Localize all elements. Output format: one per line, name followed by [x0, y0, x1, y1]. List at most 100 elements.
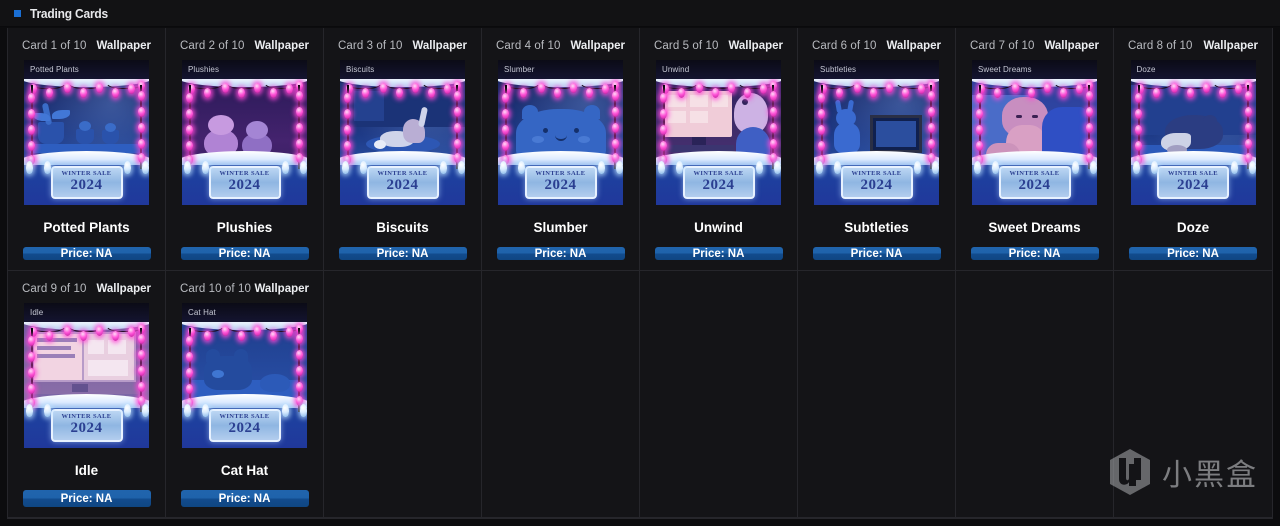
section-bullet-icon	[14, 9, 21, 17]
card-thumbnail[interactable]: WINTER SALE 2024 Doze	[1130, 60, 1256, 205]
card-thumbnail[interactable]: WINTER SALE 2024 Sweet Dreams	[972, 60, 1097, 205]
card-index-label: Card 10 of 10	[180, 283, 251, 295]
card-name-label: Subtleties	[844, 220, 909, 235]
card-kind-label: Wallpaper	[1044, 40, 1099, 52]
thumbnail-title-bar: Cat Hat	[182, 303, 307, 322]
thumbnail-title-text: Plushies	[188, 65, 220, 74]
thumbnail-title-bar: Slumber	[498, 60, 623, 79]
price-button[interactable]: Price: NA	[496, 247, 625, 260]
price-button[interactable]: Price: NA	[180, 247, 309, 260]
price-button[interactable]: Price: NA	[654, 247, 783, 260]
thumbnail-title-bar: Doze	[1130, 60, 1256, 79]
card-index-label: Card 2 of 10	[180, 40, 245, 52]
thumbnail-title-text: Potted Plants	[30, 65, 79, 74]
snow-ledge	[24, 151, 149, 165]
price-button[interactable]: Price: NA	[812, 247, 941, 260]
card-index-label: Card 1 of 10	[22, 40, 87, 52]
thumbnail-title-text: Cat Hat	[188, 308, 216, 317]
card-name-label: Plushies	[216, 220, 273, 235]
thumbnail-title-text: Subtleties	[820, 65, 857, 74]
card-name-label: Biscuits	[376, 220, 429, 235]
card-kind-label: Wallpaper	[412, 40, 467, 52]
plaque-year: 2024	[544, 176, 577, 193]
card-kind-label: Wallpaper	[96, 283, 151, 295]
card-kind-label: Wallpaper	[96, 40, 151, 52]
price-button[interactable]: Price: NA	[22, 490, 151, 507]
trading-card-cell[interactable]: Card 4 of 10 Wallpaper WINTER SALE 2024 Slum…	[482, 28, 640, 271]
plaque-year: 2024	[1177, 176, 1209, 193]
card-kind-label: Wallpaper	[254, 283, 309, 295]
thumbnail-title-text: Slumber	[504, 65, 535, 74]
card-thumbnail[interactable]: WINTER SALE 2024 Subtleties	[814, 60, 939, 205]
snow-ledge	[656, 151, 781, 165]
trading-card-cell[interactable]: Card 8 of 10 Wallpaper WINTER SALE 2024 Doze…	[1114, 28, 1272, 271]
card-name-label: Cat Hat	[220, 463, 269, 478]
winter-sale-plaque: WINTER SALE 2024	[208, 409, 281, 442]
card-meta-row: Card 4 of 10 Wallpaper	[493, 40, 628, 52]
card-artwork: WINTER SALE 2024	[340, 77, 465, 205]
empty-grid-cell	[324, 271, 482, 518]
winter-sale-plaque: WINTER SALE 2024	[1157, 166, 1229, 199]
snow-ledge	[1130, 151, 1256, 165]
card-kind-label: Wallpaper	[886, 40, 941, 52]
card-artwork: WINTER SALE 2024	[972, 77, 1097, 205]
card-thumbnail[interactable]: WINTER SALE 2024 Idle	[24, 303, 149, 448]
card-thumbnail[interactable]: WINTER SALE 2024 Potted Plants	[24, 60, 149, 205]
card-name-label: Potted Plants	[43, 220, 130, 235]
empty-grid-cell	[640, 271, 798, 518]
plaque-year: 2024	[386, 176, 419, 193]
winter-sale-plaque: WINTER SALE 2024	[208, 166, 281, 199]
card-kind-label: Wallpaper	[570, 40, 625, 52]
card-index-label: Card 9 of 10	[22, 283, 87, 295]
trading-card-cell[interactable]: Card 10 of 10 Wallpaper WINTER SALE 2024 Cat…	[166, 271, 324, 518]
trading-card-cell[interactable]: Card 2 of 10 Wallpaper WINTER SALE 2024 Plus…	[166, 28, 324, 271]
price-button[interactable]: Price: NA	[338, 247, 467, 260]
thumbnail-title-text: Sweet Dreams	[978, 65, 1032, 74]
card-artwork: WINTER SALE 2024	[814, 77, 939, 205]
app-header: Trading Cards	[0, 0, 1280, 27]
winter-sale-plaque: WINTER SALE 2024	[682, 166, 755, 199]
empty-grid-cell	[956, 271, 1114, 518]
snow-ledge	[182, 151, 307, 165]
card-thumbnail[interactable]: WINTER SALE 2024 Slumber	[498, 60, 623, 205]
thumbnail-title-text: Unwind	[662, 65, 690, 74]
plaque-year: 2024	[70, 419, 103, 436]
card-artwork: WINTER SALE 2024	[24, 77, 149, 205]
trading-card-cell[interactable]: Card 5 of 10 Wallpaper WINTER SALE 2024 Unwi…	[640, 28, 798, 271]
trading-card-cell[interactable]: Card 3 of 10 Wallpaper WINTER SALE 2024 Bisc…	[324, 28, 482, 271]
trading-card-cell[interactable]: Card 6 of 10 Wallpaper WINTER SALE 2024 Subt…	[798, 28, 956, 271]
trading-card-cell[interactable]: Card 7 of 10 Wallpaper WINTER SALE 2024 Swee…	[956, 28, 1114, 271]
card-meta-row: Card 9 of 10 Wallpaper	[19, 283, 154, 295]
thumbnail-title-bar: Unwind	[656, 60, 781, 79]
empty-grid-cell	[1114, 271, 1272, 518]
card-thumbnail[interactable]: WINTER SALE 2024 Unwind	[656, 60, 781, 205]
price-button[interactable]: Price: NA	[1129, 247, 1257, 260]
snow-ledge	[498, 151, 623, 165]
thumbnail-title-bar: Sweet Dreams	[972, 60, 1097, 79]
price-button[interactable]: Price: NA	[22, 247, 151, 260]
thumbnail-title-bar: Idle	[24, 303, 149, 322]
card-index-label: Card 3 of 10	[338, 40, 403, 52]
card-name-label: Doze	[1176, 220, 1210, 235]
trading-card-cell[interactable]: Card 1 of 10 Wallpaper WINTER SALE 2024 Pott…	[8, 28, 166, 271]
card-kind-label: Wallpaper	[728, 40, 783, 52]
winter-sale-plaque: WINTER SALE 2024	[524, 166, 597, 199]
card-index-label: Card 4 of 10	[496, 40, 561, 52]
plaque-year: 2024	[228, 419, 261, 436]
price-button[interactable]: Price: NA	[180, 490, 309, 507]
price-button[interactable]: Price: NA	[970, 247, 1099, 260]
card-meta-row: Card 6 of 10 Wallpaper	[809, 40, 944, 52]
winter-sale-plaque: WINTER SALE 2024	[50, 166, 123, 199]
plaque-year: 2024	[70, 176, 103, 193]
plaque-year: 2024	[228, 176, 261, 193]
card-thumbnail[interactable]: WINTER SALE 2024 Biscuits	[340, 60, 465, 205]
winter-sale-plaque: WINTER SALE 2024	[366, 166, 439, 199]
card-meta-row: Card 7 of 10 Wallpaper	[967, 40, 1102, 52]
card-thumbnail[interactable]: WINTER SALE 2024 Cat Hat	[182, 303, 307, 448]
card-name-label: Slumber	[533, 220, 588, 235]
card-meta-row: Card 8 of 10 Wallpaper	[1125, 40, 1261, 52]
trading-card-cell[interactable]: Card 9 of 10 Wallpaper WINTER SALE 2024 Idle…	[8, 271, 166, 518]
card-thumbnail[interactable]: WINTER SALE 2024 Plushies	[182, 60, 307, 205]
empty-grid-cell	[798, 271, 956, 518]
plaque-year: 2024	[702, 176, 735, 193]
